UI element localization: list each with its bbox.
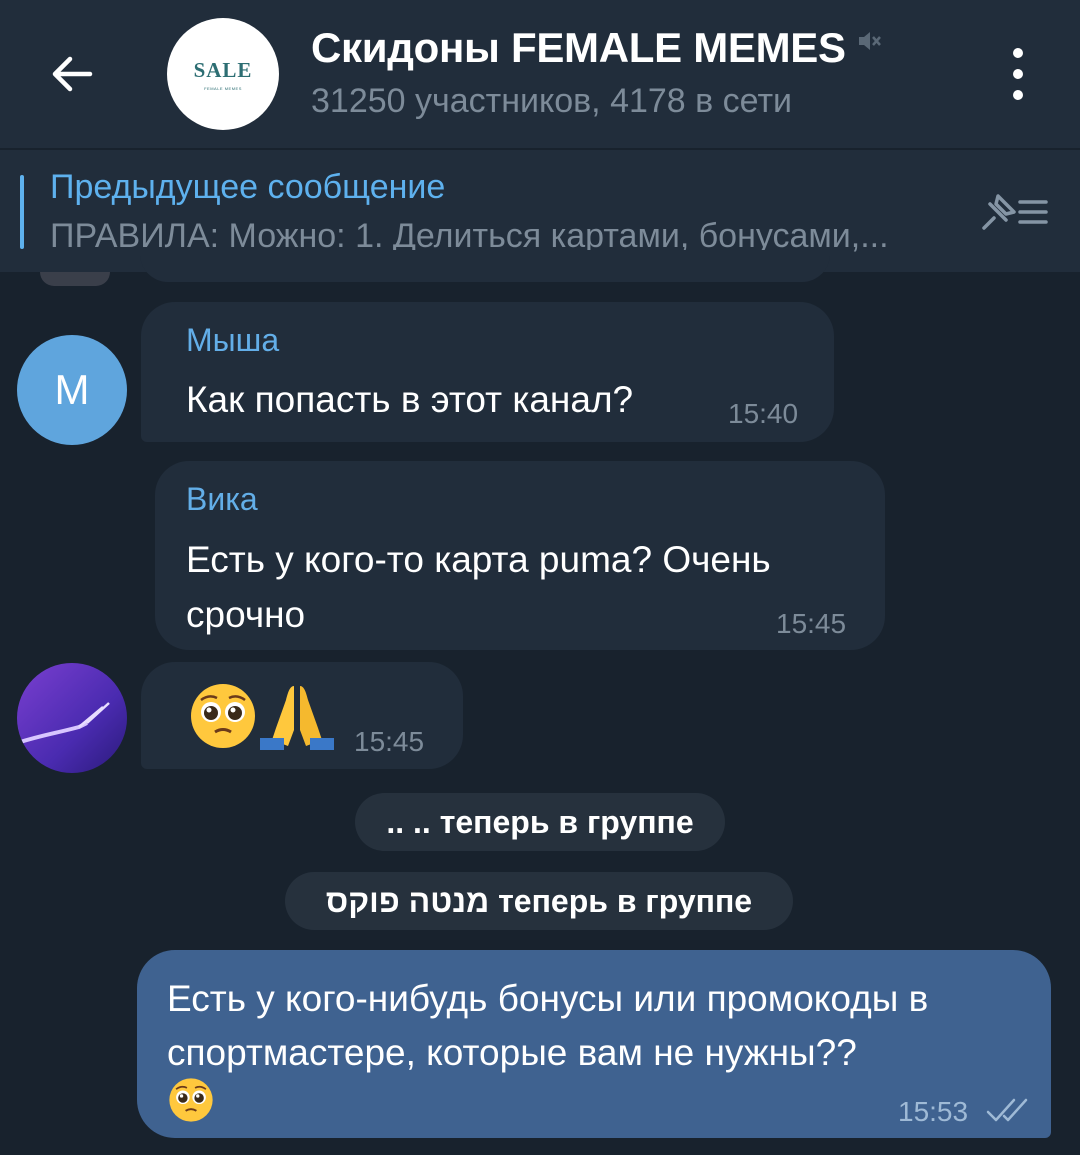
more-vertical-icon: [1013, 48, 1023, 58]
pinned-list-icon[interactable]: [976, 190, 1052, 234]
message-bubble-partial: [140, 250, 830, 282]
more-vertical-icon-dot: [1013, 69, 1023, 79]
avatar-letter: M: [54, 366, 90, 413]
double-check-icon: [986, 1098, 1028, 1122]
outgoing-message-time: 15:53: [898, 1096, 969, 1127]
message-time: 15:45: [354, 726, 425, 757]
channel-subtitle: 31250 участников, 4178 в сети: [311, 82, 793, 120]
service-message: .. .. теперь в группе: [355, 793, 725, 851]
message-sender[interactable]: Мыша: [186, 322, 279, 359]
message-sender[interactable]: Вика: [186, 481, 258, 518]
message-text: Как попасть в этот канал?: [186, 379, 634, 420]
channel-title: Скидоны FEMALE MEMES: [311, 24, 846, 71]
pleading-face-icon: [191, 684, 255, 748]
channel-avatar[interactable]: SALE FEMALE MEMES: [167, 18, 279, 130]
avatar-image: [17, 663, 127, 773]
pleading-face-icon: [169, 1078, 213, 1122]
pinned-indicator: [20, 175, 24, 249]
avatar[interactable]: M: [17, 335, 127, 445]
message-time: 15:40: [728, 398, 799, 429]
praying-hands-icon: [260, 686, 334, 750]
message-text: Есть у кого-то карта puma? Очень срочно: [186, 539, 771, 635]
more-menu-button[interactable]: [996, 48, 1040, 100]
avatar[interactable]: [17, 663, 127, 773]
pinned-title: Предыдущее сообщение: [50, 168, 446, 206]
avatar-logo-subtext: FEMALE MEMES: [204, 85, 242, 91]
arrow-left-icon: [52, 56, 93, 92]
more-vertical-icon-dot: [1013, 90, 1023, 100]
mute-icon: [858, 32, 881, 50]
outgoing-message-text: Есть у кого-нибудь бонусы или промокоды …: [167, 978, 929, 1073]
avatar-logo-text: SALE: [193, 57, 253, 82]
message-time: 15:45: [776, 608, 847, 639]
back-button[interactable]: [40, 42, 104, 106]
service-message: מנטה פוקס теперь в группе: [285, 872, 793, 930]
channel-title-row[interactable]: Скидоны FEMALE MEMES: [311, 24, 882, 72]
avatar-partial: [40, 272, 110, 286]
chat-header: [0, 0, 1080, 148]
